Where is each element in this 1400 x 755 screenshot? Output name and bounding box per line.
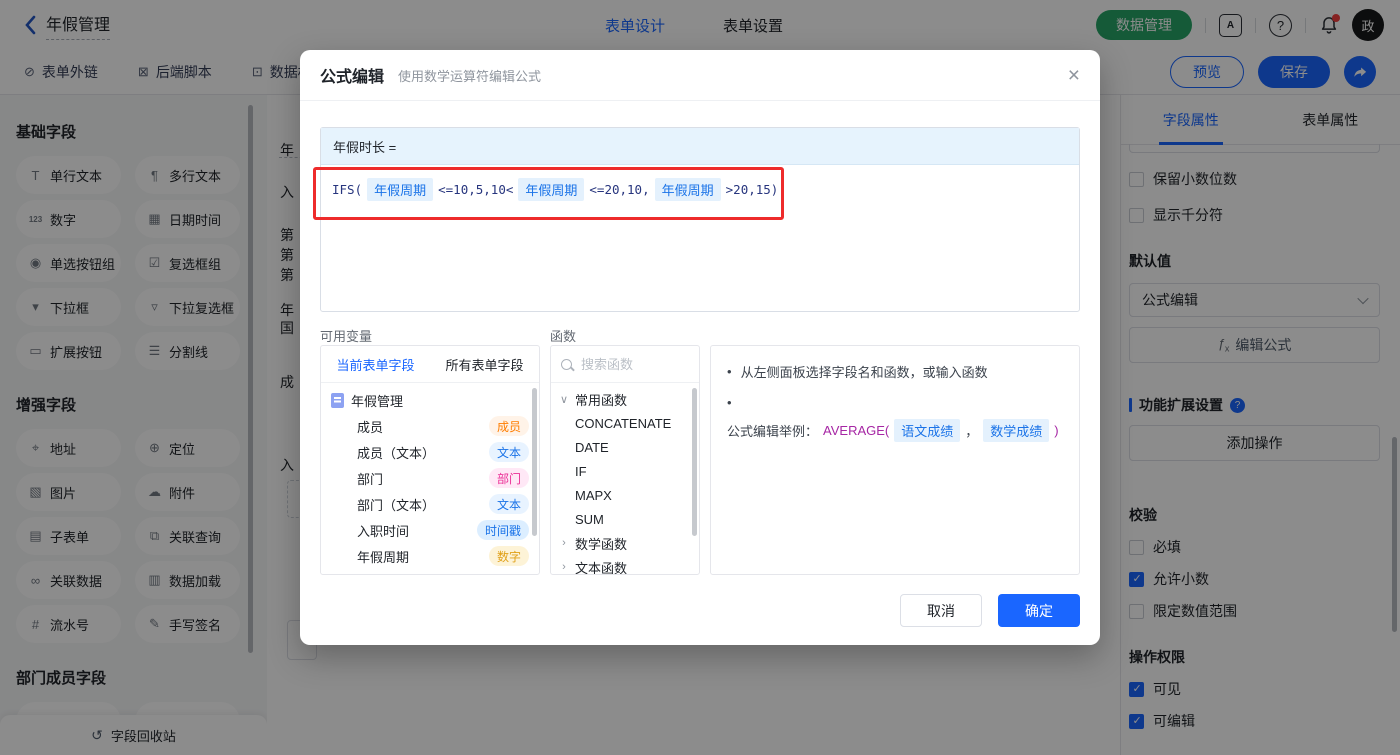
example-text: AVERAGE( xyxy=(823,423,890,438)
example-text: ) xyxy=(1054,423,1059,438)
vars-tab-current-form[interactable]: 当前表单字段 xyxy=(336,355,414,374)
chevron-down-icon: ∨ xyxy=(559,393,569,406)
function-name: DATE xyxy=(575,439,609,455)
function-name: MAPX xyxy=(575,487,612,503)
function-group-label: 常用函数 xyxy=(575,392,628,408)
function-group[interactable]: ∨ 常用函数 xyxy=(551,387,699,411)
vars-form-name: 年假管理 xyxy=(351,393,404,409)
field-type-badge: 数字 xyxy=(488,546,529,566)
function-group[interactable]: › 文本函数 xyxy=(551,555,699,575)
formula-editor-box: 年假时长 = IFS( 年假周期 <=10,5,10< 年假周期 <=20,10, 年假周… xyxy=(320,127,1080,312)
function-item-if[interactable]: IF xyxy=(551,459,699,483)
formula-editor-modal: 公式编辑 使用数学运算符编辑公式 × 年假时长 = IFS( 年假周期 <=10,5… xyxy=(300,50,1100,645)
functions-list: ∨ 常用函数 CONCATENATE DATE IF MAPX SUM › 数学函数 › 文本函数 xyxy=(551,383,699,575)
function-group[interactable]: › 数学函数 xyxy=(551,531,699,555)
formula-text: >20,15) xyxy=(725,182,779,197)
help-text: 从左侧面板选择字段名和函数，或输入函数 xyxy=(740,365,988,380)
modal-subtitle: 使用数学运算符编辑公式 xyxy=(398,68,542,84)
formula-field-token[interactable]: 年假周期 xyxy=(518,178,585,201)
function-search xyxy=(551,346,699,383)
form-designer-app: 年假管理 表单设计 表单设置 数据管理 A ? 政 ⊘ 表单外链 ⊠ 后端脚本 ⊡ 数据权… xyxy=(0,0,1400,755)
formula-text: <=10,5,10< xyxy=(438,182,514,197)
confirm-button[interactable]: 确定 xyxy=(998,594,1080,627)
field-type-badge: 部门 xyxy=(488,468,529,488)
chevron-right-icon: › xyxy=(562,561,566,573)
modal-header: 公式编辑 使用数学运算符编辑公式 × xyxy=(300,50,1100,101)
function-item-date[interactable]: DATE xyxy=(551,435,699,459)
vars-field-name: 成员（文本） xyxy=(357,445,436,461)
function-search-input[interactable] xyxy=(579,355,673,373)
variables-list: 年假管理 成员 成员 成员（文本） 文本 部门 部门 部门（文本） 文本 入职时间 时间戳 年假周期数… xyxy=(321,383,539,574)
vars-field-name: 入职时间 xyxy=(357,523,410,539)
variables-label: 可用变量 xyxy=(320,329,373,344)
field-type-badge: 成员 xyxy=(488,416,529,436)
vars-field-name: 年假周期 xyxy=(357,549,410,565)
vars-tab-all-forms[interactable]: 所有表单字段 xyxy=(445,355,523,374)
help-example: 公式编辑举例： AVERAGE( 语文成绩 ， 数学成绩) xyxy=(727,419,1059,442)
cancel-button[interactable]: 取消 xyxy=(900,594,982,627)
example-field-token: 数学成绩 xyxy=(983,419,1050,442)
variables-panel: 当前表单字段 所有表单字段 年假管理 成员 成员 成员（文本） 文本 部门 部门 部门（文本）文… xyxy=(320,345,540,575)
function-name: IF xyxy=(575,463,587,479)
vars-field-member[interactable]: 成员 成员 xyxy=(321,413,539,439)
functions-label: 函数 xyxy=(550,329,577,344)
formula-field-token[interactable]: 年假周期 xyxy=(367,178,434,201)
variables-tabs: 当前表单字段 所有表单字段 xyxy=(321,346,539,383)
vars-field-name: 部门 xyxy=(357,471,384,487)
help-line-1: • 从左侧面板选择字段名和函数，或输入函数 xyxy=(727,362,1063,381)
function-item-concatenate[interactable]: CONCATENATE xyxy=(551,411,699,435)
example-field-token: 语文成绩 xyxy=(894,419,961,442)
chevron-right-icon: › xyxy=(562,537,566,549)
search-icon xyxy=(561,358,572,370)
field-type-badge: 文本 xyxy=(488,494,529,514)
formula-text: IFS( xyxy=(332,182,363,197)
form-doc-icon xyxy=(331,392,344,408)
formula-help-panel: • 从左侧面板选择字段名和函数，或输入函数 • 公式编辑举例： AVERAGE( 语… xyxy=(710,345,1080,575)
vars-field-name: 成员 xyxy=(357,419,384,435)
modal-title: 公式编辑 xyxy=(320,69,385,86)
function-group-label: 数学函数 xyxy=(575,536,628,552)
vars-field-dept-text[interactable]: 部门（文本） 文本 xyxy=(321,491,539,517)
clipped-badge xyxy=(487,573,529,574)
function-item-mapx[interactable]: MAPX xyxy=(551,483,699,507)
vars-field-dept[interactable]: 部门 部门 xyxy=(321,465,539,491)
vars-field-annual-cycle[interactable]: 年假周期 数字 xyxy=(321,543,539,569)
field-type-badge: 文本 xyxy=(488,442,529,462)
vars-field-name: 部门（文本） xyxy=(357,497,436,513)
formula-target: 年假时长 = xyxy=(321,128,1079,165)
formula-field-token[interactable]: 年假周期 xyxy=(654,178,721,201)
function-group-label: 文本函数 xyxy=(575,560,628,575)
functions-panel: ∨ 常用函数 CONCATENATE DATE IF MAPX SUM › 数学函数 › 文本函数 xyxy=(550,345,700,575)
function-item-sum[interactable]: SUM xyxy=(551,507,699,531)
vars-form-node[interactable]: 年假管理 xyxy=(321,387,539,413)
example-text: 公式编辑举例： xyxy=(727,424,819,439)
vars-field-member-text[interactable]: 成员（文本） 文本 xyxy=(321,439,539,465)
field-type-badge: 时间戳 xyxy=(476,520,529,540)
vars-field-hire-date[interactable]: 入职时间 时间戳 xyxy=(321,517,539,543)
function-name: SUM xyxy=(575,511,604,527)
help-line-2: • 公式编辑举例： AVERAGE( 语文成绩 ， 数学成绩) xyxy=(727,395,1063,442)
example-text: ， xyxy=(965,424,979,439)
functions-scrollbar[interactable] xyxy=(692,388,697,536)
formula-input[interactable]: IFS( 年假周期 <=10,5,10< 年假周期 <=20,10, 年假周期 >20,15… xyxy=(321,165,1079,214)
bullet-icon: • xyxy=(727,364,732,379)
variables-scrollbar[interactable] xyxy=(532,388,537,536)
formula-text: <=20,10, xyxy=(589,182,650,197)
bullet-icon: • xyxy=(727,395,732,410)
vars-field-clipped xyxy=(321,569,539,574)
function-name: CONCATENATE xyxy=(575,415,672,431)
modal-footer: 取消 确定 xyxy=(900,594,1080,627)
close-icon[interactable]: × xyxy=(1068,65,1080,86)
